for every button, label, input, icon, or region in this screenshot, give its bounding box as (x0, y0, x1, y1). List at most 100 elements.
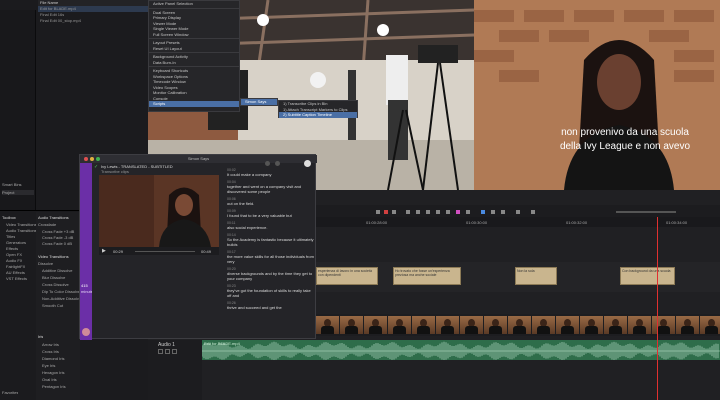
menu-item[interactable]: Active Panel Selection (149, 1, 239, 7)
transition-item[interactable]: Cross Iris (42, 349, 80, 354)
mute-toggle[interactable] (165, 349, 170, 354)
subtitle-clip[interactable]: esperienza di lavoro in una società con … (316, 267, 378, 285)
transitions-list: Audio Transitions Crossfade Cross Fade +… (36, 212, 80, 400)
video-thumbnail (388, 316, 411, 334)
audio-waveform (201, 341, 720, 361)
play-icon[interactable]: ▶ (102, 248, 106, 254)
transcript-segment[interactable]: 00:23 they've got the foundation of skill… (227, 284, 314, 298)
transcript-segment[interactable]: 00:17 the more value skills for all those… (227, 250, 314, 264)
transition-item[interactable]: Arrow Iris (42, 342, 80, 347)
transcript-segment[interactable]: 00:26 thrive and succeed and get the (227, 301, 314, 310)
transcript-segment[interactable]: 00:02 It could make a company (227, 168, 314, 177)
file-table: File Name Edit for BLADE.mp4 Final Edit … (38, 0, 148, 30)
transition-item[interactable]: Cross Dissolve (42, 282, 80, 287)
menu-item-scripts[interactable]: Scripts (149, 101, 239, 107)
subtitle-clip[interactable]: Non la sola (515, 267, 557, 285)
segment-text: the more value skills for all those indi… (227, 254, 314, 264)
menu-item[interactable]: Full Screen Window (149, 32, 239, 38)
transition-item[interactable]: Non-Additive Dissolve (42, 296, 80, 301)
sidebar: 415 minutes (80, 163, 92, 340)
transition-item[interactable]: Hexagon Iris (42, 370, 80, 375)
audio-clip[interactable]: Edit for BLADE.mp4 (201, 340, 720, 361)
transition-item[interactable]: Blur Dissolve (42, 275, 80, 280)
transition-item[interactable]: Diamond Iris (42, 356, 80, 361)
menu-item-simon-says[interactable]: Simon Says (241, 99, 277, 105)
video-thumbnail (316, 316, 339, 334)
segment-text: also social experience. (227, 225, 268, 230)
workspace-menu[interactable]: Active Panel Selection Dual Screen Prima… (148, 0, 240, 112)
video-thumbnail (412, 316, 435, 334)
minimize-icon[interactable] (90, 157, 94, 161)
segment-text: out on the field. (227, 201, 255, 206)
window-title: Simon Says (80, 155, 317, 163)
video-thumbnail (676, 316, 699, 334)
settings-icon[interactable] (265, 161, 270, 166)
close-icon[interactable] (84, 157, 88, 161)
toolbox-item[interactable]: FairlightFX (6, 264, 25, 269)
toolbox-item[interactable]: VST Effects (6, 276, 27, 281)
transition-item[interactable]: Dip To Color Dissolve (42, 289, 80, 294)
transcript-segment[interactable]: 00:20 diverse backgrounds and by the time… (227, 267, 314, 281)
toolbox-label[interactable]: Toolbox (2, 215, 16, 220)
transcript-segment[interactable]: 00:14 So the Academy is fantastic because… (227, 233, 314, 247)
transcript-segment[interactable]: 00:09 I found that to be a very valuable … (227, 209, 314, 218)
audio-track-header: Audio 1 (148, 340, 202, 400)
minutes-label: minutes (81, 289, 92, 294)
maximize-icon[interactable] (96, 157, 100, 161)
toolbox-item[interactable]: Open FX (6, 252, 22, 257)
transition-item[interactable]: Cross Fade 0 dB (42, 241, 80, 246)
transition-item[interactable]: Pentagon Iris (42, 384, 80, 389)
scrub-bar[interactable] (135, 251, 195, 252)
favorites-label[interactable]: Favorites (2, 390, 18, 395)
transcript-segment[interactable]: 00:11 also social experience. (227, 221, 314, 230)
transcript-segment[interactable]: 00:06 out on the field. (227, 197, 314, 206)
ruler-label: 01:00:32:00 (566, 220, 588, 225)
avatar[interactable] (82, 328, 90, 336)
toolbox-item[interactable]: Audio Transitions (6, 228, 37, 233)
transcript-text[interactable]: 00:02 It could make a company 00:04 togethe… (227, 168, 314, 338)
project-subtitle: Transcribe clips (101, 169, 129, 174)
subtitle-clip[interactable]: Con background da una scuola (620, 267, 675, 285)
subtitle-clip[interactable]: Ho trovato che fosse un'esperienza prezi… (393, 267, 461, 285)
toolbox-item[interactable]: Titles (6, 234, 15, 239)
toolbox-item[interactable]: Audio FX (6, 258, 22, 263)
toolbox-item[interactable]: Generators (6, 240, 26, 245)
timeline-ruler[interactable]: 01:00:28:00 01:00:30:00 01:00:32:00 01:0… (316, 217, 720, 227)
user-avatar[interactable] (304, 160, 311, 167)
segment-text: diverse backgrounds and by the time they… (227, 271, 313, 281)
transition-item[interactable]: Cross Fade -3 dB (42, 235, 80, 240)
video-thumbnail (580, 316, 603, 334)
menu-item-subtitle-caption[interactable]: 2) Subtitle Caption Timeline (279, 112, 357, 118)
speaker-frame-image (474, 0, 720, 190)
current-time: 00:29 (113, 249, 124, 254)
record-toggle[interactable] (172, 349, 177, 354)
segment-text: they've got the foundation of skills to … (227, 288, 311, 298)
minutes-count: 415 (81, 283, 88, 288)
check-icon: ✓ (94, 164, 99, 170)
simon-says-submenu[interactable]: 1) Transcribe Clips in Bin 1) Attach Tra… (278, 100, 358, 118)
menu-item[interactable]: Reset UI Layout (149, 46, 239, 52)
toolbox-item[interactable]: Effects (6, 246, 18, 251)
transcript-video-player[interactable] (99, 175, 219, 247)
file-row[interactable]: Final Edit 00_stop.mp4 (38, 18, 148, 24)
share-icon[interactable] (275, 161, 280, 166)
iris-label: Iris (38, 334, 44, 339)
transition-item[interactable]: Oval Iris (42, 377, 80, 382)
toolbox-list: Toolbox Video Transitions Audio Transiti… (0, 212, 37, 400)
transition-item[interactable]: Smooth Cut (42, 303, 80, 308)
timeline-viewer[interactable] (474, 0, 720, 190)
transition-item[interactable]: Cross Fade +3 dB (42, 229, 80, 234)
crossfade-label: Crossfade (38, 222, 57, 227)
transcript-segment[interactable]: 00:04 together and went on a company visi… (227, 180, 314, 194)
transition-item[interactable]: Eye Iris (42, 363, 80, 368)
playhead[interactable] (657, 217, 658, 400)
transition-item[interactable]: Additive Dissolve (42, 268, 80, 273)
bin-item-project[interactable]: Project (2, 190, 34, 195)
video-transitions-label: Video Transitions (38, 254, 69, 259)
scripts-submenu[interactable]: Simon Says (240, 98, 278, 106)
transcript-window: Simon Says 415 minutes ✓ Ivy Lewis - TRA… (79, 154, 317, 340)
toolbox-item[interactable]: Video Transitions (6, 222, 37, 227)
toolbox-item[interactable]: AU Effects (6, 270, 25, 275)
solo-toggle[interactable] (158, 349, 163, 354)
menu-item[interactable]: Data Burn-In (149, 60, 239, 66)
